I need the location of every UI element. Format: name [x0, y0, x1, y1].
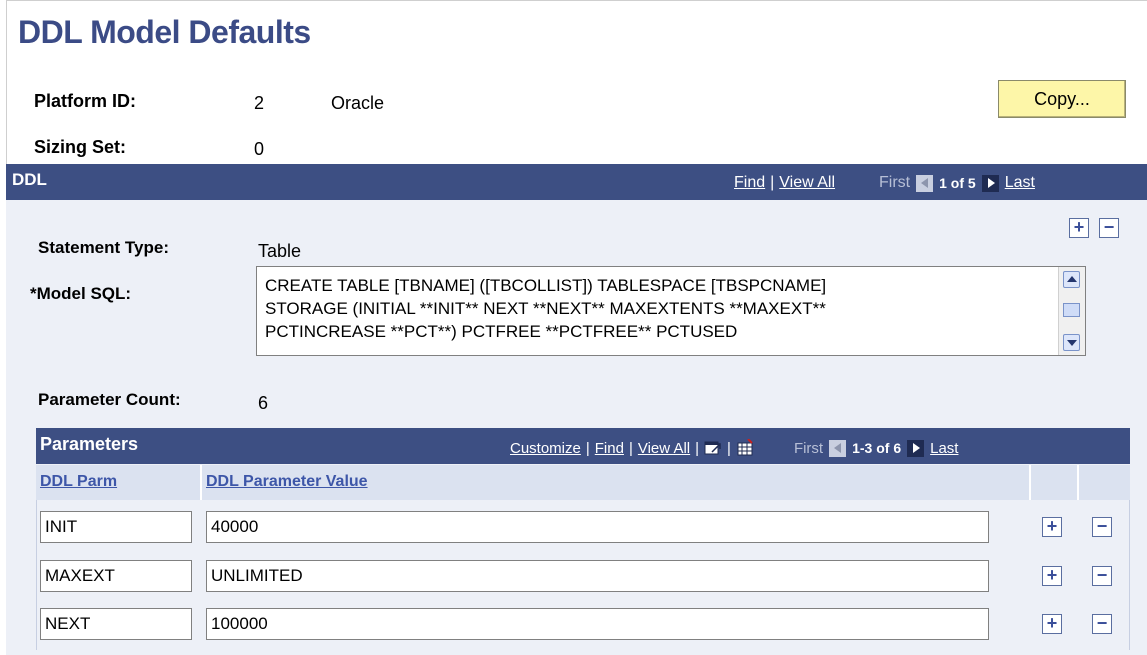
platform-name-value: Oracle	[331, 93, 385, 113]
params-grid-header: Parameters Customize | Find | View All |…	[36, 428, 1130, 464]
statement-type-value: Table	[258, 241, 302, 261]
ddl-grid-title: DDL	[12, 170, 47, 189]
ddl-view-all-link[interactable]: View All	[779, 174, 835, 192]
sort-ddl-parm-link[interactable]: DDL Parm	[40, 473, 117, 491]
sizing-set-label: Sizing Set:	[34, 137, 127, 157]
params-customize-link[interactable]: Customize	[510, 440, 581, 457]
delete-row-icon[interactable]: −	[1092, 517, 1112, 537]
add-row-icon[interactable]: +	[1069, 218, 1089, 238]
page-top-border	[6, 0, 1147, 1]
platform-id-value: 2	[254, 93, 265, 113]
delete-row-icon[interactable]: −	[1092, 566, 1112, 586]
model-sql-label: *Model SQL:	[30, 284, 132, 303]
params-find-link[interactable]: Find	[595, 440, 624, 457]
scroll-thumb[interactable]	[1063, 303, 1080, 317]
page-title: DDL Model Defaults	[18, 14, 311, 50]
add-row-icon[interactable]: +	[1042, 566, 1062, 586]
params-last-link[interactable]: Last	[930, 440, 958, 457]
scroll-down-icon[interactable]	[1063, 334, 1080, 351]
ddl-first-label: First	[879, 174, 911, 191]
prev-arrow-icon	[916, 174, 934, 192]
model-sql-textarea[interactable]: CREATE TABLE [TBNAME] ([TBCOLLIST]) TABL…	[256, 266, 1086, 356]
platform-id-label: Platform ID:	[34, 91, 137, 111]
copy-button[interactable]: Copy...	[998, 80, 1126, 118]
ddl-parm-field[interactable]: INIT	[40, 511, 192, 543]
scroll-up-icon[interactable]	[1063, 271, 1080, 288]
params-grid-title: Parameters	[40, 434, 139, 454]
column-header-ddl-parm: DDL Parm	[36, 465, 202, 500]
ddl-grid-header: DDL Find | View All First 1 of 5 Last	[6, 164, 1147, 200]
model-sql-text: CREATE TABLE [TBNAME] ([TBCOLLIST]) TABL…	[265, 276, 827, 341]
nav-separator: |	[628, 439, 633, 457]
parameter-count-label: Parameter Count:	[38, 390, 181, 409]
page: DDL Model Defaults Platform ID: 2 Oracle…	[0, 0, 1147, 655]
ddl-parm-field[interactable]: NEXT	[40, 608, 192, 640]
add-row-icon[interactable]: +	[1042, 614, 1062, 634]
params-view-all-link[interactable]: View All	[638, 440, 690, 457]
nav-separator: |	[695, 439, 700, 457]
next-arrow-icon[interactable]	[907, 439, 925, 457]
ddl-parameter-value-field[interactable]: 100000	[206, 608, 989, 640]
ddl-last-link[interactable]: Last	[1005, 174, 1035, 192]
ddl-parameter-value-field[interactable]: UNLIMITED	[206, 560, 989, 592]
next-arrow-icon[interactable]	[981, 174, 999, 192]
params-grid-nav: Customize | Find | View All | | First 1-…	[510, 439, 958, 457]
prev-arrow-icon	[829, 439, 847, 457]
column-header-add	[1031, 465, 1079, 500]
add-row-icon[interactable]: +	[1042, 517, 1062, 537]
column-header-ddl-parameter-value: DDL Parameter Value	[202, 465, 1031, 500]
nav-separator: |	[770, 174, 775, 191]
ddl-grid-nav: Find | View All First 1 of 5 Last	[734, 174, 1035, 192]
params-first-label: First	[793, 439, 824, 457]
ddl-range: 1 of 5	[939, 175, 976, 191]
ddl-find-link[interactable]: Find	[734, 174, 765, 192]
nav-separator: |	[727, 439, 731, 457]
new-window-icon[interactable]	[704, 439, 722, 457]
params-range: 1-3 of 6	[852, 440, 902, 456]
ddl-parameter-value-field[interactable]: 40000	[206, 511, 989, 543]
sort-ddl-parameter-value-link[interactable]: DDL Parameter Value	[206, 473, 368, 491]
parameter-count-value: 6	[258, 393, 269, 413]
delete-row-icon[interactable]: −	[1099, 218, 1119, 238]
ddl-parm-field[interactable]: MAXEXT	[40, 560, 192, 592]
sizing-set-value: 0	[254, 139, 265, 159]
nav-separator: |	[585, 439, 590, 457]
model-sql-scrollbar[interactable]	[1058, 267, 1085, 355]
delete-row-icon[interactable]: −	[1092, 614, 1112, 634]
column-header-delete	[1079, 465, 1130, 500]
download-spreadsheet-icon[interactable]	[736, 439, 754, 457]
statement-type-label: Statement Type:	[38, 238, 169, 257]
